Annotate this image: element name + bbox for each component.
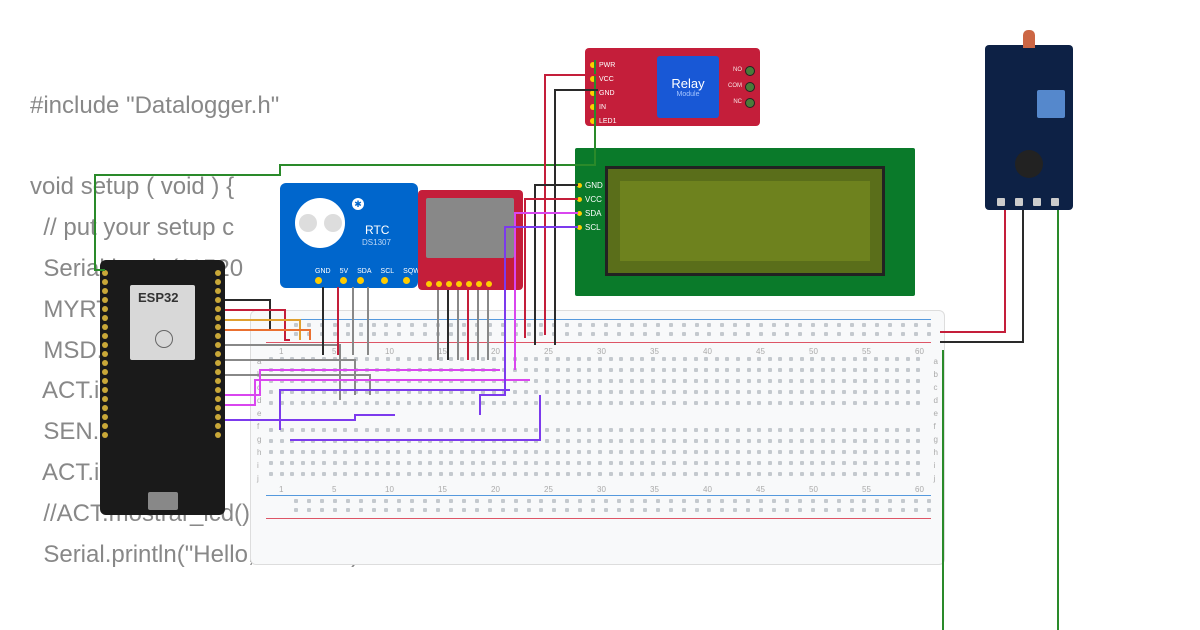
esp32-label: ESP32 <box>138 290 178 305</box>
esp32-board[interactable]: ESP32 <box>100 260 225 515</box>
adafruit-star-icon: ✱ <box>352 198 364 210</box>
photoresistor-icon <box>1023 30 1035 48</box>
pin-header-right[interactable] <box>215 270 223 505</box>
rtc-module[interactable]: ✱ RTC DS1307 GND5VSDASCLSQW <box>280 183 418 288</box>
lcd-pin-header[interactable]: GNDVCCSDASCL <box>577 178 603 234</box>
code-line: // put your setup c <box>30 214 234 241</box>
relay-label: Relay <box>671 76 704 91</box>
power-rail-top[interactable] <box>266 317 931 345</box>
row-letters-right: abcdefghij <box>934 357 938 483</box>
relay-body: Relay Module <box>657 56 719 118</box>
coin-battery-icon <box>295 198 345 248</box>
trim-pot-icon <box>1037 90 1065 118</box>
row-letters-left: abcdefghij <box>257 357 261 483</box>
sd-card-slot-icon <box>426 198 514 258</box>
breadboard[interactable]: 151015202530354045505560 151015202530354… <box>250 310 945 565</box>
lcd-display[interactable]: GNDVCCSDASCL <box>575 148 915 296</box>
code-line: #include "Datalogger.h" <box>30 92 279 119</box>
lcd-screen <box>605 166 885 276</box>
pin-header-left[interactable] <box>102 270 110 505</box>
tie-points-top[interactable] <box>269 357 927 412</box>
relay-sublabel: Module <box>677 91 700 98</box>
code-line: MSD. <box>30 337 103 364</box>
espressif-logo-icon <box>155 330 173 348</box>
code-line: void setup ( void ) { <box>30 173 234 200</box>
code-line: MYRT <box>30 296 111 323</box>
column-numbers: 151015202530354045505560 <box>279 347 927 356</box>
ldr-sensor-module[interactable] <box>985 45 1073 210</box>
rtc-label: RTC <box>365 223 389 237</box>
relay-module[interactable]: Relay Module PWRVCCGNDINLED1 NOCOMNC <box>585 48 760 126</box>
rtc-pin-header[interactable]: GND5VSDASCLSQW <box>315 268 420 284</box>
power-rail-bottom[interactable] <box>266 493 931 521</box>
sd-pin-header[interactable] <box>426 281 492 287</box>
comparator-ic-icon <box>1015 150 1043 178</box>
sd-card-module[interactable] <box>418 190 523 290</box>
rtc-chip-label: DS1307 <box>362 238 391 247</box>
relay-terminals[interactable] <box>745 66 755 108</box>
usb-port-icon <box>148 492 178 510</box>
ldr-pin-header[interactable] <box>997 198 1059 206</box>
tie-points-bottom[interactable] <box>269 428 927 483</box>
relay-terminal-labels: NOCOMNC <box>728 62 742 110</box>
relay-input-pins[interactable]: PWRVCCGNDINLED1 <box>590 58 620 128</box>
code-line: ACT.i <box>30 377 99 404</box>
